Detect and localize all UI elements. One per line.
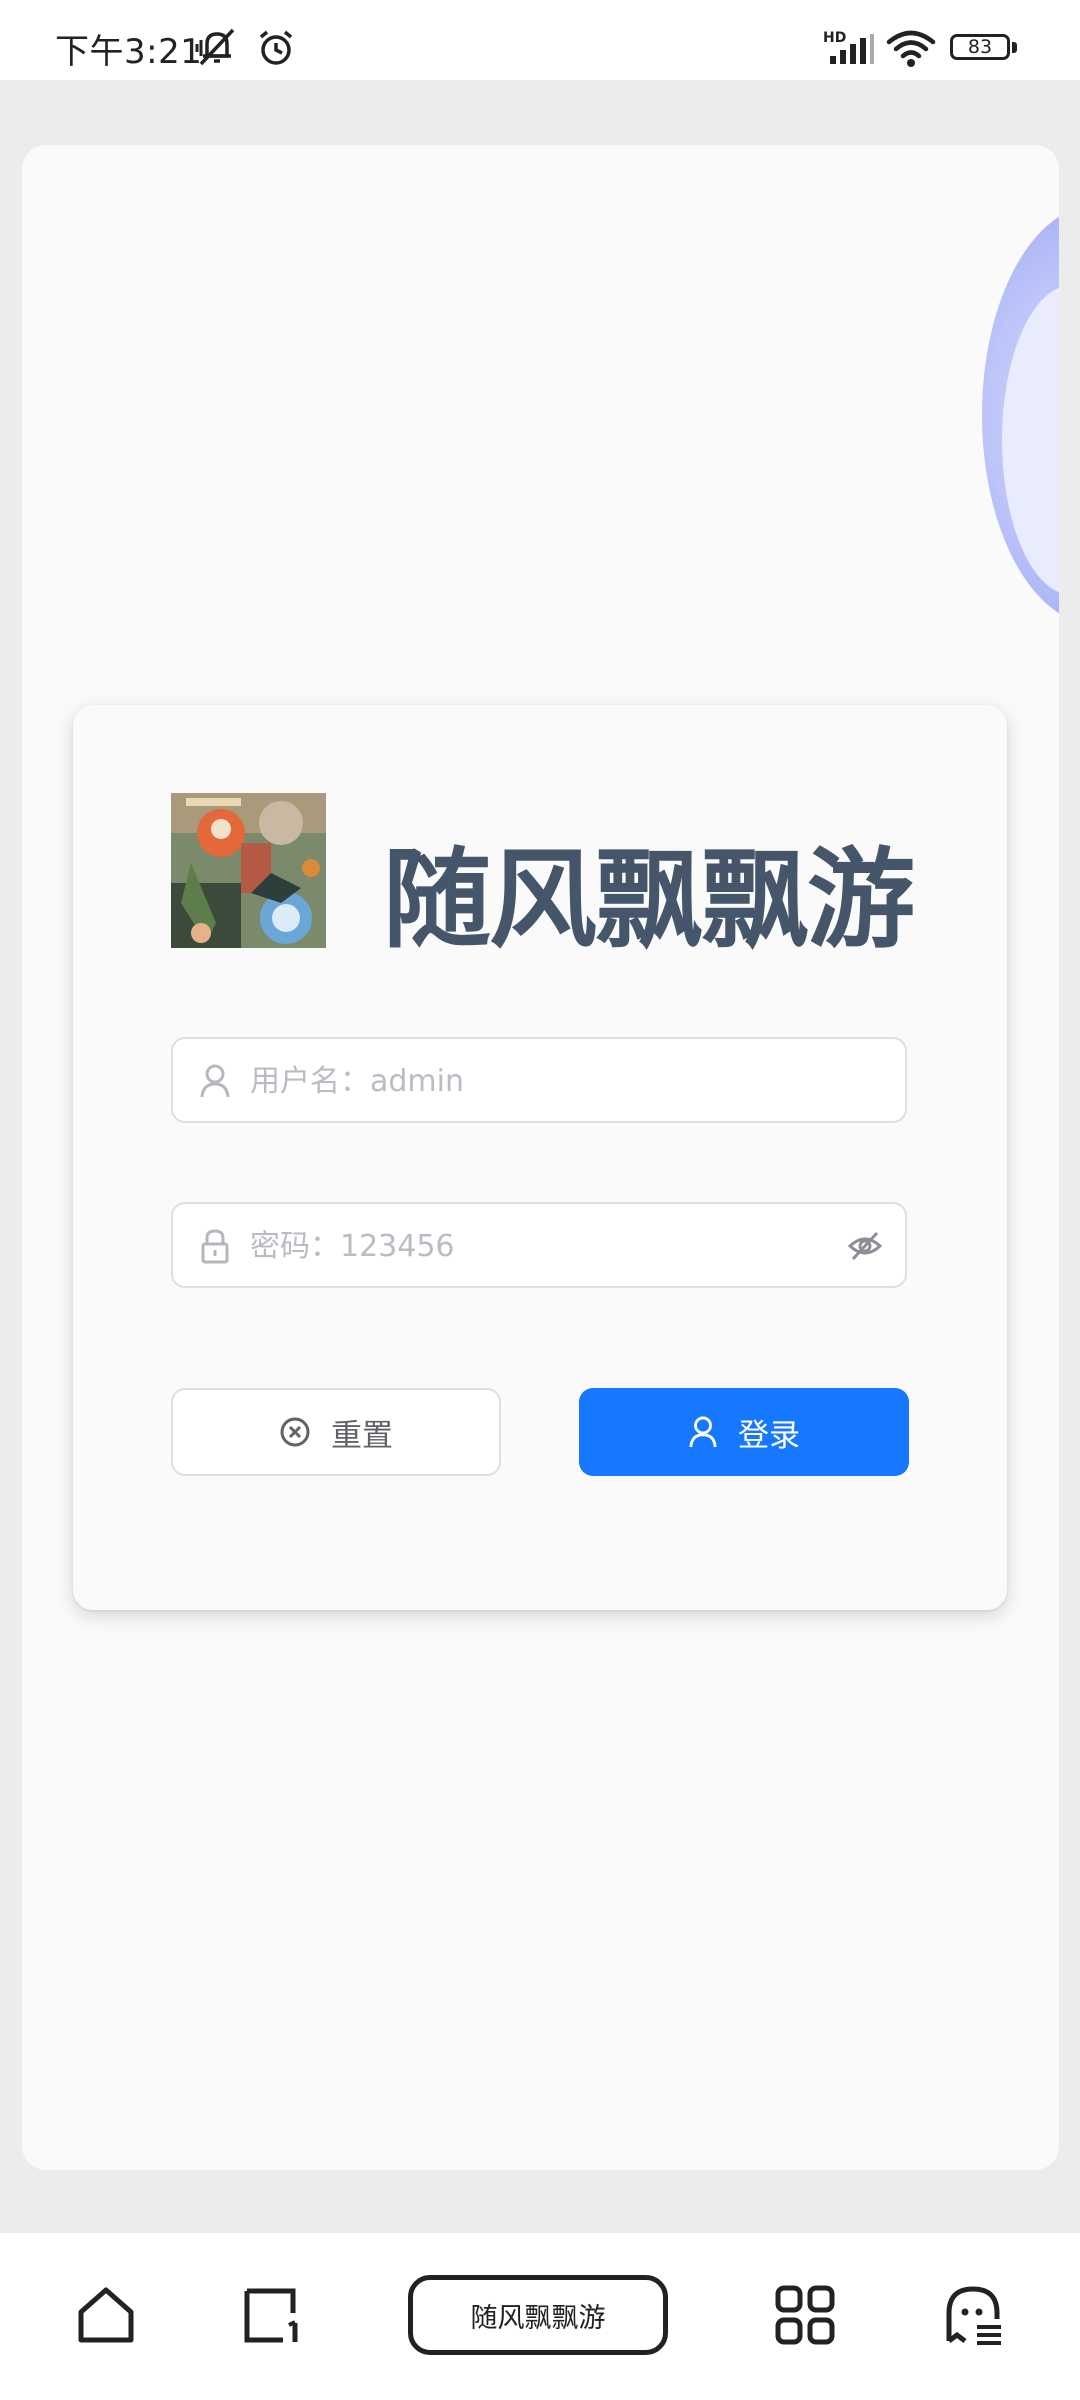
wifi-icon [886, 30, 936, 72]
app-title: 随风飘飘游 [383, 838, 915, 963]
bell-muted-icon [195, 26, 239, 70]
lock-icon [199, 1228, 231, 1268]
login-card: 随风飘飘游 用户名：admin 重置 登录 [73, 705, 1007, 1610]
ghost-menu-icon[interactable] [943, 2285, 1003, 2349]
eye-off-icon[interactable] [847, 1230, 883, 1266]
reset-button[interactable]: 重置 [171, 1388, 501, 1476]
home-icon[interactable] [76, 2285, 136, 2349]
app-switcher-button[interactable]: 随风飘飘游 [408, 2275, 668, 2355]
reset-button-label: 重置 [331, 1417, 393, 1454]
login-button[interactable]: 登录 [579, 1388, 909, 1476]
apps-grid-icon[interactable] [775, 2285, 835, 2349]
password-field[interactable] [171, 1202, 907, 1288]
app-logo [171, 793, 326, 948]
bottom-navigation: 随风飘飘游 [0, 2233, 1080, 2400]
login-button-label: 登录 [738, 1417, 800, 1454]
signal-icon [828, 34, 876, 70]
status-bar: 下午3:21 HD 83 [0, 0, 1080, 80]
app-switcher-label: 随风飘飘游 [470, 2302, 606, 2334]
username-field[interactable] [171, 1037, 907, 1123]
status-time: 下午3:21 [55, 32, 203, 72]
password-input[interactable] [248, 1204, 842, 1288]
battery-icon: 83 [950, 34, 1010, 60]
battery-tip [1012, 42, 1017, 53]
user-icon [199, 1063, 231, 1103]
user-icon [688, 1415, 718, 1449]
close-circle-icon [279, 1416, 311, 1448]
alarm-icon [256, 28, 296, 72]
recent-tab-icon[interactable] [243, 2285, 305, 2349]
username-input[interactable] [248, 1039, 842, 1123]
